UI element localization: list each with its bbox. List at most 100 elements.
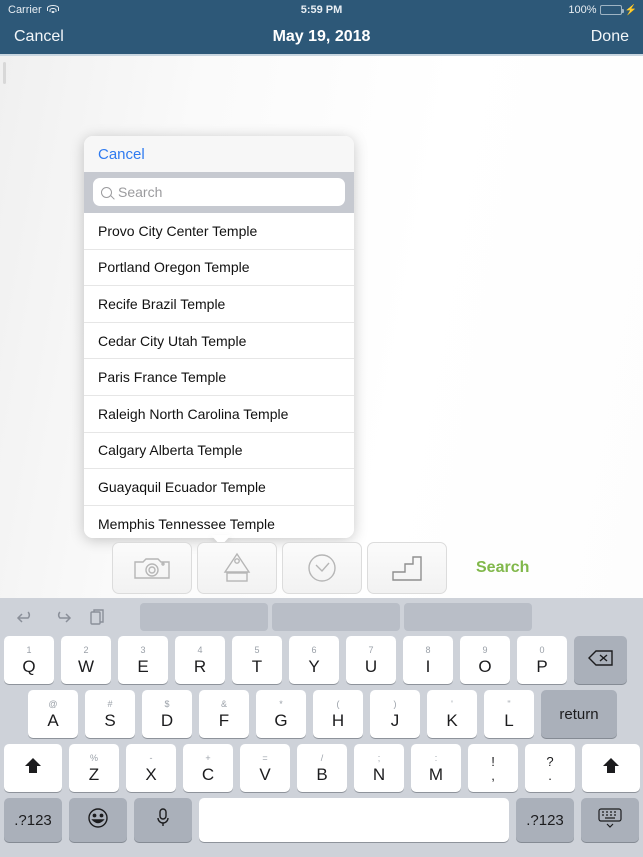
key-primary-label: K bbox=[446, 710, 458, 730]
list-item[interactable]: Recife Brazil Temple bbox=[84, 286, 354, 323]
key-primary-label: D bbox=[160, 710, 174, 730]
key-secondary-label: & bbox=[220, 698, 227, 709]
key-j[interactable]: ) J bbox=[370, 690, 420, 738]
key-o[interactable]: 9O bbox=[460, 636, 510, 684]
search-action-link[interactable]: Search bbox=[476, 559, 529, 577]
dictation-key[interactable] bbox=[134, 798, 192, 842]
key-primary-label: G bbox=[274, 710, 288, 730]
key-primary-label: M bbox=[428, 764, 444, 784]
keyboard-row-1: 1Q2W3E4R5T6Y7U8I9O0P bbox=[0, 636, 643, 684]
key-x[interactable]: -X bbox=[126, 744, 176, 792]
suggestion-slot-2[interactable] bbox=[272, 603, 400, 631]
nav-done-button[interactable]: Done bbox=[591, 28, 629, 46]
key-l[interactable]: " L bbox=[484, 690, 534, 738]
key-primary-label: W bbox=[77, 656, 95, 676]
key-primary-label: H bbox=[331, 710, 345, 730]
space-key[interactable] bbox=[199, 798, 509, 842]
list-item-label: Recife Brazil Temple bbox=[98, 295, 226, 312]
list-item[interactable]: Paris France Temple bbox=[84, 359, 354, 396]
key-secondary-label: " bbox=[507, 698, 511, 709]
key-secondary-label: 3 bbox=[140, 644, 146, 655]
paste-button[interactable] bbox=[80, 602, 116, 632]
key-c[interactable]: + C bbox=[183, 744, 233, 792]
scroll-indicator[interactable] bbox=[3, 62, 6, 84]
redo-button[interactable] bbox=[44, 602, 80, 632]
popover-header: Cancel bbox=[84, 136, 354, 172]
return-key[interactable]: return bbox=[541, 690, 617, 738]
key-a[interactable]: @ A bbox=[28, 690, 78, 738]
app-root: Carrier 5:59 PM 100% ⚡ Cancel May 19, 20… bbox=[0, 0, 643, 857]
backspace-key[interactable] bbox=[574, 636, 627, 684]
key-i[interactable]: 8I bbox=[403, 636, 453, 684]
key-primary-label: E bbox=[137, 656, 149, 676]
list-item-label: Cedar City Utah Temple bbox=[98, 332, 247, 349]
shift-key-right[interactable] bbox=[582, 744, 640, 792]
return-label: return bbox=[559, 705, 599, 723]
key-m[interactable]: :M bbox=[411, 744, 461, 792]
clock-button[interactable] bbox=[282, 542, 362, 594]
numeric-left-key[interactable]: .?123 bbox=[4, 798, 62, 842]
key-f[interactable]: & F bbox=[199, 690, 249, 738]
key-secondary-label: ) bbox=[393, 698, 397, 709]
nav-cancel-button[interactable]: Cancel bbox=[14, 28, 64, 46]
key-n[interactable]: ; N bbox=[354, 744, 404, 792]
list-item-label: Provo City Center Temple bbox=[98, 222, 258, 239]
key-primary-label: P bbox=[536, 656, 548, 676]
temple-list[interactable]: Provo City Center Temple Portland Oregon … bbox=[84, 213, 354, 538]
search-input[interactable]: Search bbox=[93, 178, 345, 206]
suggestion-slot-3[interactable] bbox=[404, 603, 532, 631]
key-secondary-label: ? bbox=[546, 753, 554, 769]
undo-button[interactable] bbox=[8, 602, 44, 632]
numeric-right-key[interactable]: .?123 bbox=[516, 798, 574, 842]
key-v[interactable]: = V bbox=[240, 744, 290, 792]
key-t[interactable]: 5T bbox=[232, 636, 282, 684]
stairs-button[interactable] bbox=[367, 542, 447, 594]
key-secondary-label: 5 bbox=[254, 644, 260, 655]
list-item-label: Paris France Temple bbox=[98, 369, 227, 386]
camera-button[interactable] bbox=[112, 542, 192, 594]
key-d[interactable]: $ D bbox=[142, 690, 192, 738]
key-h[interactable]: (H bbox=[313, 690, 363, 738]
popover-cancel-button[interactable]: Cancel bbox=[98, 146, 145, 163]
list-item[interactable]: Raleigh North Carolina Temple bbox=[84, 396, 354, 433]
list-item[interactable]: Calgary Alberta Temple bbox=[84, 433, 354, 470]
key-e[interactable]: 3E bbox=[118, 636, 168, 684]
key-z[interactable]: % Z bbox=[69, 744, 119, 792]
key-.[interactable]: ?. bbox=[525, 744, 575, 792]
list-item[interactable]: Provo City Center Temple bbox=[84, 213, 354, 250]
key-,[interactable]: !, bbox=[468, 744, 518, 792]
shift-key-left[interactable] bbox=[4, 744, 62, 792]
key-secondary-label: 8 bbox=[425, 644, 431, 655]
key-r[interactable]: 4R bbox=[175, 636, 225, 684]
key-u[interactable]: 7U bbox=[346, 636, 396, 684]
key-secondary-label: @ bbox=[48, 698, 58, 709]
key-b[interactable]: / B bbox=[297, 744, 347, 792]
list-item[interactable]: Guayaquil Ecuador Temple bbox=[84, 469, 354, 506]
key-k[interactable]: ' K bbox=[427, 690, 477, 738]
key-primary-label: A bbox=[47, 710, 59, 730]
undo-icon bbox=[16, 609, 36, 625]
numeric-left-label: .?123 bbox=[14, 811, 52, 829]
temple-icon bbox=[217, 552, 257, 584]
key-w[interactable]: 2W bbox=[61, 636, 111, 684]
battery-full-icon bbox=[599, 5, 624, 15]
emoji-key[interactable] bbox=[69, 798, 127, 842]
hide-keyboard-key[interactable] bbox=[581, 798, 639, 842]
key-s[interactable]: # S bbox=[85, 690, 135, 738]
temple-button[interactable] bbox=[197, 542, 277, 594]
keyboard-row-3: % Z - X + C = V / B; N: M!,?. bbox=[0, 744, 643, 792]
list-item[interactable]: Portland Oregon Temple bbox=[84, 250, 354, 287]
suggestion-slot-1[interactable] bbox=[140, 603, 268, 631]
key-primary-label: U bbox=[364, 656, 378, 676]
key-q[interactable]: 1Q bbox=[4, 636, 54, 684]
key-primary-label: C bbox=[201, 764, 215, 784]
key-y[interactable]: 6Y bbox=[289, 636, 339, 684]
list-item-label: Calgary Alberta Temple bbox=[98, 442, 243, 459]
key-g[interactable]: * G bbox=[256, 690, 306, 738]
key-p[interactable]: 0P bbox=[517, 636, 567, 684]
shift-arrow-icon bbox=[600, 755, 622, 782]
list-item[interactable]: Memphis Tennessee Temple bbox=[84, 506, 354, 538]
list-item[interactable]: Cedar City Utah Temple bbox=[84, 323, 354, 360]
temple-picker-popover: Cancel Search Provo City Center Temple Po… bbox=[84, 136, 354, 538]
keyboard-suggestion-bar bbox=[0, 598, 643, 636]
